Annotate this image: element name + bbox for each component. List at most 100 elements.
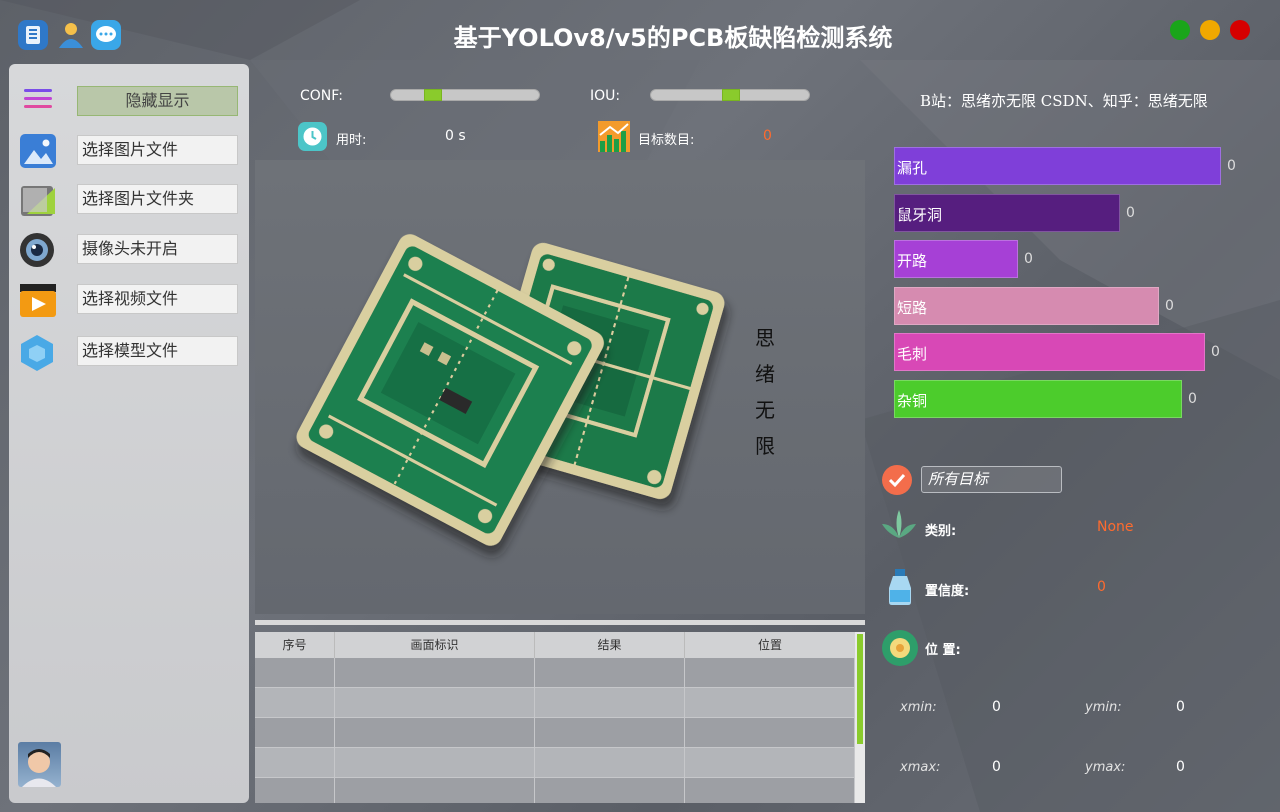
- close-button[interactable]: [1230, 20, 1250, 40]
- iou-slider-handle[interactable]: [722, 89, 740, 101]
- xmax-value: 0: [992, 759, 1001, 775]
- confidence-value: 0: [1097, 579, 1106, 595]
- image-icon: [19, 133, 59, 173]
- ymin-label: ymin:: [1085, 700, 1122, 715]
- class-bar-count: 0: [1227, 158, 1236, 174]
- class-bar: 短路: [894, 287, 1159, 325]
- time-value: 0 s: [445, 128, 466, 144]
- class-bar: 毛刺: [894, 333, 1205, 371]
- avatar[interactable]: [18, 742, 61, 787]
- table-cell: [685, 688, 855, 718]
- table-row[interactable]: [255, 718, 855, 748]
- table-cell: [685, 718, 855, 748]
- table-cell: [685, 658, 855, 688]
- confidence-label: 置信度:: [925, 584, 970, 599]
- table-cell: [255, 658, 335, 688]
- table-cell: [685, 778, 855, 803]
- model-cube-icon: [19, 334, 59, 374]
- watermark: 思 绪 无 限: [753, 320, 777, 464]
- class-bar: 开路: [894, 240, 1018, 278]
- position-icon: [882, 630, 918, 666]
- table-cell: [335, 748, 535, 778]
- maximize-button[interactable]: [1200, 20, 1220, 40]
- class-bar-count: 0: [1024, 251, 1033, 267]
- camera-icon: [19, 232, 59, 272]
- ymin-value: 0: [1176, 699, 1185, 715]
- table-row[interactable]: [255, 748, 855, 778]
- table-scrollbar[interactable]: [855, 632, 865, 803]
- xmin-value: 0: [992, 699, 1001, 715]
- table-cell: [255, 688, 335, 718]
- iou-label: IOU:: [590, 88, 621, 104]
- table-header: 序号 画面标识 结果 位置: [255, 632, 855, 658]
- splitter-bar[interactable]: [255, 620, 865, 625]
- table-row[interactable]: [255, 778, 855, 803]
- table-row[interactable]: [255, 658, 855, 688]
- chart-icon: [598, 121, 630, 152]
- sidebar: 隐藏显示 选择图片文件 选择图片文件夹 摄像头未开启 选择视频文件 选择模型文件: [9, 64, 249, 803]
- table-cell: [335, 688, 535, 718]
- results-table: 序号 画面标识 结果 位置: [255, 632, 865, 803]
- position-label: 位 置:: [925, 643, 961, 658]
- xmin-label: xmin:: [900, 700, 937, 715]
- watermark-char: 绪: [755, 362, 775, 386]
- header-result[interactable]: 结果: [535, 632, 685, 658]
- watermark-char: 无: [755, 398, 775, 422]
- scrollbar-thumb[interactable]: [857, 634, 863, 744]
- class-bar: 鼠牙洞: [894, 194, 1120, 232]
- conf-label: CONF:: [300, 88, 343, 104]
- class-bar-label: 短路: [897, 299, 928, 317]
- class-bar: 漏孔: [894, 147, 1221, 185]
- image-display: 思 绪 无 限: [255, 160, 865, 614]
- minimize-button[interactable]: [1170, 20, 1190, 40]
- author-credit: B站：思绪亦无限 CSDN、知乎：思绪无限: [920, 92, 1208, 110]
- class-bar-label: 鼠牙洞: [897, 206, 943, 224]
- count-value: 0: [763, 128, 772, 144]
- header-position[interactable]: 位置: [685, 632, 855, 658]
- class-value: None: [1097, 519, 1134, 535]
- select-image-folder-button[interactable]: 选择图片文件夹: [77, 184, 238, 214]
- camera-toggle-button[interactable]: 摄像头未开启: [77, 234, 238, 264]
- header-frame-id[interactable]: 画面标识: [335, 632, 535, 658]
- xmax-label: xmax:: [900, 760, 941, 775]
- window-title: 基于YOLOv8/v5的PCB板缺陷检测系统: [453, 24, 893, 52]
- class-bar-label: 漏孔: [897, 159, 928, 177]
- class-bar-count: 0: [1211, 344, 1220, 360]
- class-bar-count: 0: [1126, 205, 1135, 221]
- table-cell: [535, 658, 685, 688]
- table-cell: [335, 658, 535, 688]
- table-cell: [335, 778, 535, 803]
- class-bar-label: 开路: [897, 252, 928, 270]
- conf-slider[interactable]: [390, 89, 540, 101]
- header-index[interactable]: 序号: [255, 632, 335, 658]
- time-label: 用时:: [336, 133, 367, 148]
- clock-icon: [298, 122, 327, 151]
- bottle-icon: [886, 568, 914, 606]
- ymax-label: ymax:: [1085, 760, 1126, 775]
- class-bar-count: 0: [1188, 391, 1197, 407]
- class-label: 类别:: [925, 524, 957, 539]
- select-model-file-button[interactable]: 选择模型文件: [77, 336, 238, 366]
- table-cell: [535, 688, 685, 718]
- select-video-file-button[interactable]: 选择视频文件: [77, 284, 238, 314]
- iou-slider[interactable]: [650, 89, 810, 101]
- class-bar-count: 0: [1165, 298, 1174, 314]
- hamburger-menu-icon[interactable]: [19, 84, 59, 124]
- conf-slider-handle[interactable]: [424, 89, 442, 101]
- table-cell: [255, 748, 335, 778]
- ymax-value: 0: [1176, 759, 1185, 775]
- table-cell: [685, 748, 855, 778]
- select-image-file-button[interactable]: 选择图片文件: [77, 135, 238, 165]
- table-cell: [335, 718, 535, 748]
- folder-icon: [19, 182, 59, 222]
- title-bar: 基于YOLOv8/v5的PCB板缺陷检测系统: [0, 0, 1280, 64]
- class-bar-label: 杂铜: [897, 392, 928, 410]
- table-cell: [535, 748, 685, 778]
- leaf-icon: [880, 508, 918, 546]
- class-bar: 杂铜: [894, 380, 1182, 418]
- table-row[interactable]: [255, 688, 855, 718]
- hide-display-button[interactable]: 隐藏显示: [77, 86, 238, 116]
- target-select[interactable]: 所有目标: [921, 466, 1062, 493]
- video-icon: [19, 282, 59, 322]
- check-icon[interactable]: [882, 465, 912, 495]
